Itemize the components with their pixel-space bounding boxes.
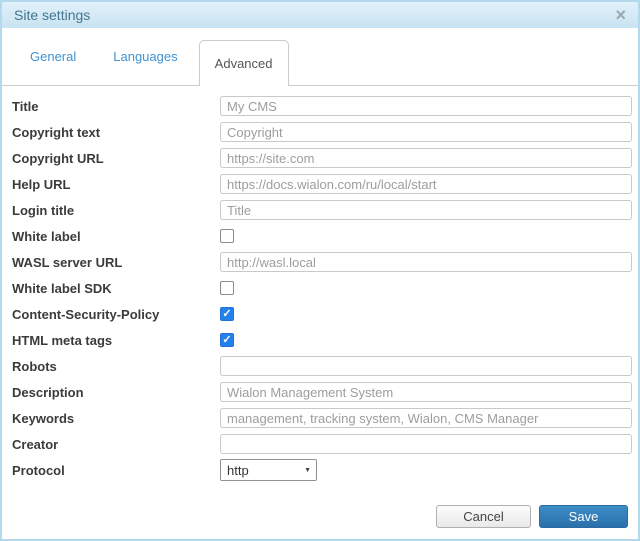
close-icon[interactable]: × [615, 8, 626, 22]
wasl-server-url-label: WASL server URL [12, 255, 220, 270]
dialog-titlebar: Site settings × [2, 2, 638, 28]
robots-input[interactable] [220, 356, 632, 376]
form-row: Login title [12, 197, 632, 223]
content-security-policy-checkbox[interactable]: ✓ [220, 307, 234, 321]
wasl-server-url-input[interactable] [220, 252, 632, 272]
copyright-url-input[interactable] [220, 148, 632, 168]
keywords-label: Keywords [12, 411, 220, 426]
creator-input[interactable] [220, 434, 632, 454]
login-title-label: Login title [12, 203, 220, 218]
form-row: Copyright text [12, 119, 632, 145]
title-label: Title [12, 99, 220, 114]
dialog-title: Site settings [14, 7, 90, 23]
select-value: http [227, 463, 249, 478]
white-label-sdk-checkbox[interactable]: ✓ [220, 281, 234, 295]
html-meta-tags-label: HTML meta tags [12, 333, 220, 348]
dialog-footer: Cancel Save [2, 483, 638, 539]
tab-general[interactable]: General [30, 49, 76, 64]
description-label: Description [12, 385, 220, 400]
tab-advanced[interactable]: Advanced [199, 40, 289, 86]
help-url-label: Help URL [12, 177, 220, 192]
form-row: Protocol http ▼ [12, 457, 632, 483]
tab-bar: General Languages Advanced [2, 28, 638, 86]
white-label-label: White label [12, 229, 220, 244]
protocol-select[interactable]: http ▼ [220, 459, 317, 481]
creator-label: Creator [12, 437, 220, 452]
checkmark-icon: ✓ [222, 335, 231, 346]
protocol-label: Protocol [12, 463, 220, 478]
help-url-input[interactable] [220, 174, 632, 194]
keywords-input[interactable] [220, 408, 632, 428]
form-row: Keywords [12, 405, 632, 431]
settings-form: Title Copyright text Copyright URL Help URL… [2, 86, 638, 483]
form-row: HTML meta tags✓ [12, 327, 632, 353]
copyright-url-label: Copyright URL [12, 151, 220, 166]
form-row: White label✓ [12, 223, 632, 249]
dropdown-arrow-icon: ▼ [304, 467, 311, 474]
title-input[interactable] [220, 96, 632, 116]
form-row: Content-Security-Policy✓ [12, 301, 632, 327]
form-row: Robots [12, 353, 632, 379]
form-row: Description [12, 379, 632, 405]
white-label-sdk-label: White label SDK [12, 281, 220, 296]
html-meta-tags-checkbox[interactable]: ✓ [220, 333, 234, 347]
cancel-button[interactable]: Cancel [436, 505, 531, 528]
copyright-text-input[interactable] [220, 122, 632, 142]
save-button[interactable]: Save [539, 505, 628, 528]
robots-label: Robots [12, 359, 220, 374]
white-label-checkbox[interactable]: ✓ [220, 229, 234, 243]
site-settings-dialog: Site settings × General Languages Advanced… [0, 0, 640, 541]
copyright-text-label: Copyright text [12, 125, 220, 140]
login-title-input[interactable] [220, 200, 632, 220]
form-row: Help URL [12, 171, 632, 197]
form-row: Creator [12, 431, 632, 457]
form-row: Copyright URL [12, 145, 632, 171]
description-input[interactable] [220, 382, 632, 402]
form-row: Title [12, 93, 632, 119]
content-security-policy-label: Content-Security-Policy [12, 307, 220, 322]
form-row: White label SDK✓ [12, 275, 632, 301]
tab-languages[interactable]: Languages [113, 49, 177, 64]
form-row: WASL server URL [12, 249, 632, 275]
checkmark-icon: ✓ [222, 309, 231, 320]
